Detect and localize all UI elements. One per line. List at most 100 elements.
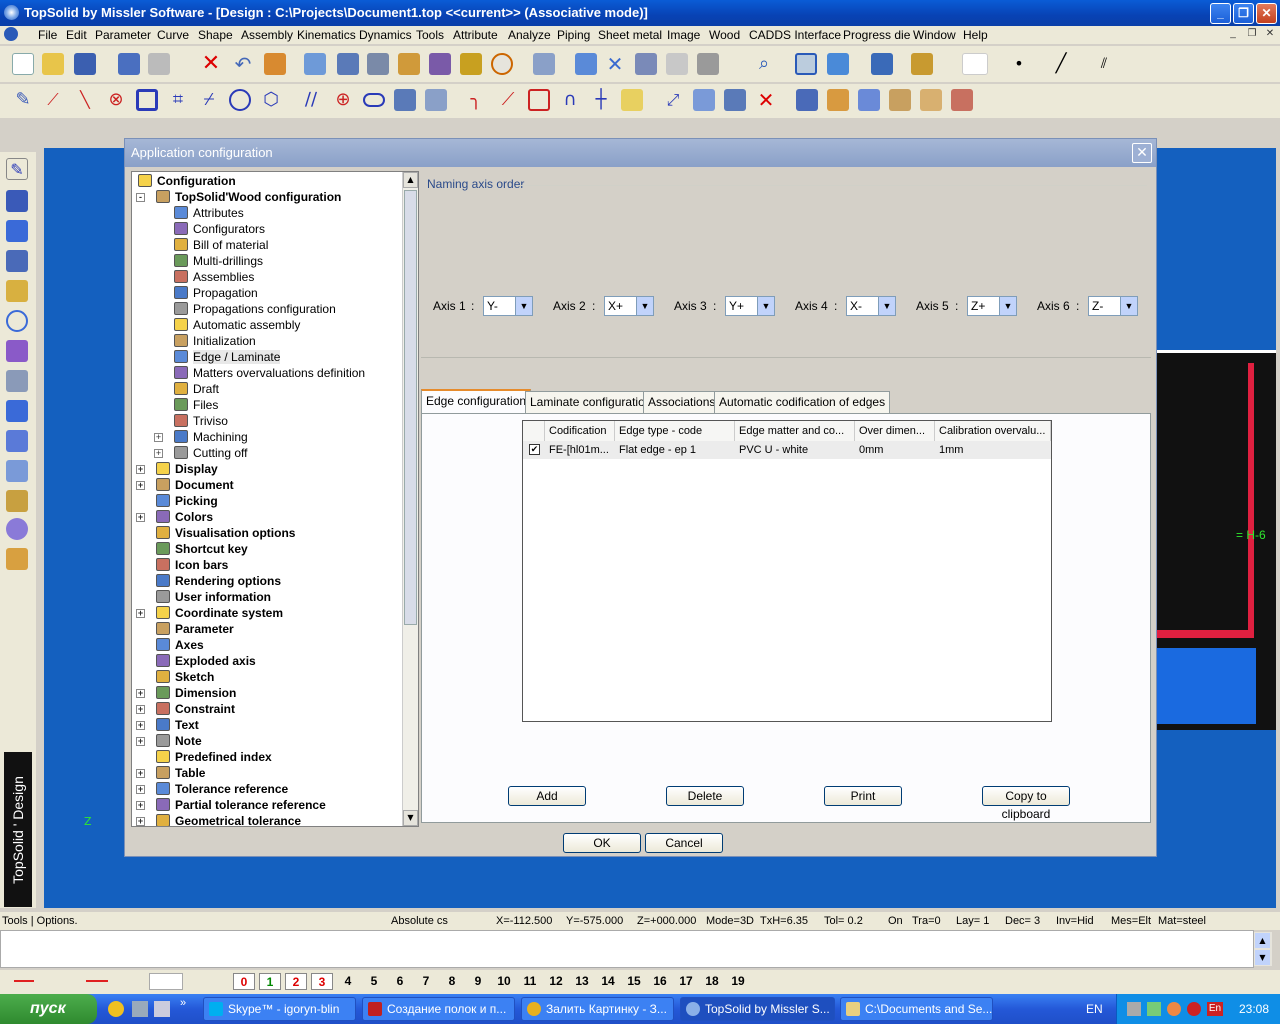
expand-icon[interactable]: + — [136, 769, 145, 778]
layer-button[interactable]: 12 — [545, 973, 567, 990]
mdi-restore-icon[interactable]: ❐ — [1245, 27, 1259, 41]
layer-button[interactable]: 6 — [389, 973, 411, 990]
tree-item[interactable]: Axes — [156, 637, 204, 653]
tree-item[interactable]: + Tolerance reference — [136, 781, 288, 797]
quicklaunch-icon[interactable] — [154, 1001, 170, 1017]
tree-item[interactable]: Files — [174, 397, 218, 413]
zoom-icon[interactable]: ⌕ — [753, 53, 775, 75]
hook-icon[interactable] — [666, 53, 688, 75]
menu-image[interactable]: Image — [667, 28, 700, 42]
tray-icon[interactable] — [1187, 1002, 1201, 1016]
tree-item[interactable]: + Machining — [154, 429, 248, 445]
ok-button[interactable]: OK — [563, 833, 641, 853]
curve-select-icon[interactable] — [697, 53, 719, 75]
expand-icon[interactable]: + — [136, 737, 145, 746]
expand-icon[interactable]: + — [136, 705, 145, 714]
menu-cadds-interface[interactable]: CADDS Interface — [749, 28, 841, 42]
status-mes[interactable]: Mes=Elt — [1111, 915, 1151, 927]
remove-icon[interactable]: ✕ — [755, 89, 777, 111]
pencil-icon[interactable]: ✎ — [12, 89, 34, 111]
table-header[interactable]: Codification — [545, 421, 615, 441]
layer-button[interactable]: 19 — [727, 973, 749, 990]
layer-button[interactable]: 7 — [415, 973, 437, 990]
tray-icon[interactable] — [1127, 1002, 1141, 1016]
line-style-icon[interactable]: ╱ — [1050, 53, 1072, 75]
tree-item[interactable]: Attributes — [174, 205, 244, 221]
layer-button[interactable]: 0 — [233, 973, 255, 990]
extrude-icon[interactable] — [827, 89, 849, 111]
save-icon[interactable] — [74, 53, 96, 75]
light-mode-icon[interactable] — [6, 280, 28, 302]
oblong-icon[interactable] — [363, 93, 385, 107]
expand-icon[interactable]: + — [136, 481, 145, 490]
tree-item[interactable]: + Geometrical tolerance — [136, 813, 301, 826]
menu-attribute[interactable]: Attribute — [453, 28, 498, 42]
solid-icon[interactable] — [796, 89, 818, 111]
view-icon[interactable] — [827, 53, 849, 75]
tree-item[interactable]: + Text — [136, 717, 199, 733]
sheet-icon[interactable] — [920, 89, 942, 111]
tree-item[interactable]: Propagation — [174, 285, 258, 301]
layers-icon[interactable] — [304, 53, 326, 75]
status-dec[interactable]: Dec= 3 — [1005, 915, 1040, 927]
menu-kinematics[interactable]: Kinematics — [297, 28, 356, 42]
tree-item[interactable]: - TopSolid'Wood configuration — [136, 189, 341, 205]
expand-icon[interactable]: + — [154, 449, 163, 458]
expand-icon[interactable]: + — [136, 513, 145, 522]
undo-icon[interactable]: ↶ — [232, 53, 254, 75]
tree-item[interactable]: + Colors — [136, 509, 213, 525]
tree-item[interactable]: + Display — [136, 461, 218, 477]
print-icon[interactable] — [148, 53, 170, 75]
tree-item[interactable]: + Dimension — [136, 685, 236, 701]
status-lay[interactable]: Lay= 1 — [956, 915, 989, 927]
spline-icon[interactable] — [425, 89, 447, 111]
tree-scrollbar[interactable]: ▲ ▼ — [402, 172, 418, 826]
tree-item[interactable]: Multi-drillings — [174, 253, 263, 269]
tree-item[interactable]: + Constraint — [136, 701, 235, 717]
hammer-icon[interactable] — [398, 53, 420, 75]
axis-3-select[interactable]: Y+ ▼ — [725, 296, 775, 316]
maximize-button[interactable]: ❐ — [1233, 3, 1254, 24]
layer-button[interactable]: 4 — [337, 973, 359, 990]
tab-laminate-configuration[interactable]: Laminate configuration — [525, 391, 657, 413]
task-pdf[interactable]: Создание полок и п... — [362, 997, 515, 1021]
hatch-icon[interactable]: ⫽ — [1093, 53, 1115, 75]
menu-file[interactable]: File — [38, 28, 57, 42]
table-header[interactable]: Edge matter and co... — [735, 421, 855, 441]
render-mode-icon[interactable] — [6, 518, 28, 540]
trim-icon[interactable]: ┼ — [590, 89, 612, 111]
tree-item[interactable]: Matters overvaluations definition — [174, 365, 365, 381]
status-tol[interactable]: Tol= 0.2 — [824, 915, 863, 927]
layer-button[interactable]: 13 — [571, 973, 593, 990]
layer-button[interactable]: 18 — [701, 973, 723, 990]
point-icon[interactable]: ⊗ — [105, 89, 127, 111]
chevron-down-icon[interactable]: ▼ — [1120, 297, 1137, 315]
open-icon[interactable] — [42, 53, 64, 75]
tree-item[interactable]: Initialization — [174, 333, 256, 349]
polyline-icon[interactable]: ⟋ — [42, 89, 64, 111]
axis-5-select[interactable]: Z+ ▼ — [967, 296, 1017, 316]
tab-edge-configuration[interactable]: Edge configuration — [421, 389, 532, 414]
split-icon[interactable] — [724, 89, 746, 111]
menu-wood[interactable]: Wood — [709, 28, 740, 42]
modify-icon[interactable] — [621, 89, 643, 111]
status-mat[interactable]: Mat=steel — [1158, 915, 1206, 927]
menu-parameter[interactable]: Parameter — [95, 28, 151, 42]
light-icon[interactable] — [911, 53, 933, 75]
status-on[interactable]: On — [888, 915, 903, 927]
add-button[interactable]: Add — [508, 786, 586, 806]
tab-automatic-codification[interactable]: Automatic codification of edges — [714, 391, 891, 413]
table-header[interactable]: Calibration overvalu... — [935, 421, 1051, 441]
menu-dynamics[interactable]: Dynamics — [359, 28, 412, 42]
menu-help[interactable]: Help — [963, 28, 988, 42]
profile-icon[interactable] — [394, 89, 416, 111]
measure-icon[interactable] — [337, 53, 359, 75]
chevron-down-icon[interactable]: ▼ — [1255, 950, 1270, 965]
fillet-icon[interactable]: ╮ — [465, 89, 487, 111]
tree-item[interactable]: Automatic assembly — [174, 317, 300, 333]
circle-icon[interactable] — [229, 89, 251, 111]
eraser-icon[interactable] — [264, 53, 286, 75]
gears-yellow-icon[interactable] — [460, 53, 482, 75]
dynamic-mode-icon[interactable] — [6, 340, 28, 362]
tree-item[interactable]: + Note — [136, 733, 202, 749]
